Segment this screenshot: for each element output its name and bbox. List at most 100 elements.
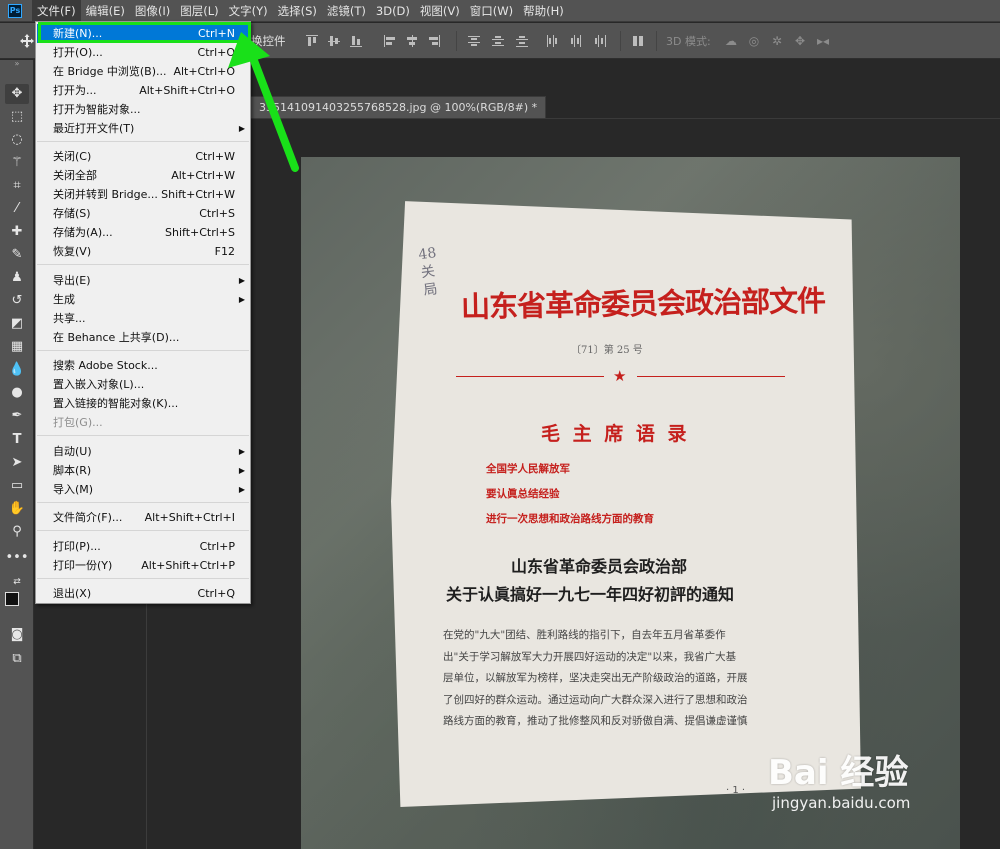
menu-item-browse-bridge[interactable]: 在 Bridge 中浏览(B)... Alt+Ctrl+O [37, 62, 249, 81]
submenu-arrow-icon: ▶ [238, 466, 245, 475]
menu-help[interactable]: 帮助(H) [518, 0, 569, 22]
baidu-logo: Bai 经验 [768, 753, 909, 793]
align-top-icon[interactable] [306, 35, 318, 47]
red-rule-right [637, 376, 785, 377]
document-tab[interactable]: 335141091403255768528.jpg @ 100%(RGB/8#)… [250, 96, 547, 118]
menu-view[interactable]: 视图(V) [415, 0, 465, 22]
menu-item-automate[interactable]: 自动(U) ▶ [37, 442, 249, 461]
menu-item-generate[interactable]: 生成 ▶ [37, 290, 249, 309]
distribute-left-icon[interactable] [546, 35, 558, 47]
lasso-tool-icon[interactable]: ◌ [5, 130, 29, 150]
menu-item-export[interactable]: 导出(E) ▶ [37, 271, 249, 290]
menu-separator [37, 530, 249, 531]
red-rule-left [456, 376, 604, 377]
marquee-tool-icon[interactable]: ⬚ [5, 107, 29, 127]
photoshop-logo-icon: Ps [8, 3, 22, 18]
menu-item-file-info[interactable]: 文件简介(F)... Alt+Shift+Ctrl+I [37, 508, 249, 527]
align-bottom-icon[interactable] [350, 35, 362, 47]
show-transform-controls-label[interactable]: 换控件 [251, 33, 286, 49]
menu-item-place-embedded[interactable]: 置入嵌入对象(L)... [37, 375, 249, 394]
menu-item-print-one-copy[interactable]: 打印一份(Y) Alt+Shift+Ctrl+P [37, 556, 249, 575]
menu-item-close[interactable]: 关闭(C) Ctrl+W [37, 147, 249, 166]
menu-image[interactable]: 图像(I) [130, 0, 175, 22]
blur-tool-icon[interactable]: 💧 [5, 360, 29, 380]
menu-item-exit[interactable]: 退出(X) Ctrl+Q [37, 584, 249, 603]
red-star-icon: ★ [613, 367, 627, 385]
page-number: · 1 · [726, 785, 746, 796]
menu-item-share-behance[interactable]: 在 Behance 上共享(D)... [37, 328, 249, 347]
menu-item-open[interactable]: 打开(O)... Ctrl+O [37, 43, 249, 62]
move-tool-icon[interactable] [20, 34, 34, 48]
auto-align-layers-icon[interactable] [632, 35, 644, 47]
menu-separator [37, 578, 249, 579]
gradient-tool-icon[interactable]: ▦ [5, 337, 29, 357]
align-right-icon[interactable] [428, 35, 440, 47]
brush-tool-icon[interactable]: ✎ [5, 245, 29, 265]
history-brush-tool-icon[interactable]: ↺ [5, 291, 29, 311]
tools-panel: » ✥ ⬚ ◌ ⚚ ⌗ ⁄ ✚ ✎ ♟ ↺ ◩ ▦ 💧 ● ✒ T ➤ ▭ ✋ … [0, 60, 34, 849]
quick-mask-icon[interactable]: ◙ [5, 625, 29, 645]
menu-item-place-linked[interactable]: 置入链接的智能对象(K)... [37, 394, 249, 413]
menu-item-share[interactable]: 共享... [37, 309, 249, 328]
move-tool-icon[interactable]: ✥ [5, 84, 29, 104]
menu-select[interactable]: 选择(S) [273, 0, 322, 22]
menu-item-save[interactable]: 存储(S) Ctrl+S [37, 204, 249, 223]
type-tool-icon[interactable]: T [5, 430, 29, 450]
3d-pan-icon[interactable]: ✲ [770, 34, 784, 48]
menu-item-recent-files[interactable]: 最近打开文件(T) ▶ [37, 119, 249, 138]
more-tools-icon[interactable]: ••• [5, 548, 29, 568]
menu-file[interactable]: 文件(F) [32, 0, 81, 22]
swap-colors-icon[interactable]: ⇄ [5, 572, 29, 592]
eraser-tool-icon[interactable]: ◩ [5, 314, 29, 334]
menu-item-open-as[interactable]: 打开为... Alt+Shift+Ctrl+O [37, 81, 249, 100]
crop-tool-icon[interactable]: ⌗ [5, 176, 29, 196]
menu-item-revert[interactable]: 恢复(V) F12 [37, 242, 249, 261]
submenu-arrow-icon: ▶ [238, 447, 245, 456]
clone-stamp-tool-icon[interactable]: ♟ [5, 268, 29, 288]
collapse-panel-icon[interactable]: » [5, 60, 29, 68]
menu-edit[interactable]: 编辑(E) [81, 0, 130, 22]
healing-brush-tool-icon[interactable]: ✚ [5, 222, 29, 242]
pen-tool-icon[interactable]: ✒ [5, 406, 29, 426]
menu-separator [37, 350, 249, 351]
baidu-watermark: Bai 经验 jingyan.baidu.com [768, 745, 910, 812]
menu-3d[interactable]: 3D(D) [371, 0, 415, 22]
3d-roll-icon[interactable]: ◎ [747, 34, 761, 48]
menu-type[interactable]: 文字(Y) [224, 0, 273, 22]
menu-layer[interactable]: 图层(L) [175, 0, 223, 22]
menu-item-close-go-bridge[interactable]: 关闭并转到 Bridge... Shift+Ctrl+W [37, 185, 249, 204]
handwritten-note: 48 关 局 [417, 245, 439, 299]
distribute-right-icon[interactable] [594, 35, 606, 47]
options-separator [620, 31, 621, 51]
3d-scale-icon[interactable]: ▸◂ [816, 34, 830, 48]
menu-item-save-as[interactable]: 存储为(A)... Shift+Ctrl+S [37, 223, 249, 242]
screen-mode-icon[interactable]: ⧉ [5, 649, 29, 669]
dodge-tool-icon[interactable]: ● [5, 383, 29, 403]
align-left-icon[interactable] [384, 35, 396, 47]
rectangle-tool-icon[interactable]: ▭ [5, 476, 29, 496]
3d-orbit-icon[interactable]: ☁ [724, 34, 738, 48]
menu-item-open-smart-object[interactable]: 打开为智能对象... [37, 100, 249, 119]
hand-tool-icon[interactable]: ✋ [5, 499, 29, 519]
path-selection-tool-icon[interactable]: ➤ [5, 453, 29, 473]
menu-item-print[interactable]: 打印(P)... Ctrl+P [37, 537, 249, 556]
notice-body: 在党的"九大"团结、胜利路线的指引下，自去年五月省革委作 出"关于学习解放军大力… [443, 629, 748, 727]
distribute-horizontal-center-icon[interactable] [570, 35, 582, 47]
magic-wand-tool-icon[interactable]: ⚚ [5, 153, 29, 173]
menu-item-import[interactable]: 导入(M) ▶ [37, 480, 249, 499]
zoom-tool-icon[interactable]: ⚲ [5, 522, 29, 542]
3d-slide-icon[interactable]: ✥ [793, 34, 807, 48]
distribute-bottom-icon[interactable] [516, 35, 528, 47]
eyedropper-tool-icon[interactable]: ⁄ [5, 199, 29, 219]
highlight-box-annotation [38, 22, 251, 43]
menu-filter[interactable]: 滤镜(T) [322, 0, 371, 22]
distribute-top-icon[interactable] [468, 35, 480, 47]
align-vertical-center-icon[interactable] [328, 35, 340, 47]
distribute-vertical-center-icon[interactable] [492, 35, 504, 47]
menu-item-search-adobe-stock[interactable]: 搜索 Adobe Stock... [37, 356, 249, 375]
menu-window[interactable]: 窗口(W) [465, 0, 518, 22]
foreground-color-swatch[interactable] [5, 590, 29, 613]
align-horizontal-center-icon[interactable] [406, 35, 418, 47]
menu-item-scripts[interactable]: 脚本(R) ▶ [37, 461, 249, 480]
menu-item-close-all[interactable]: 关闭全部 Alt+Ctrl+W [37, 166, 249, 185]
